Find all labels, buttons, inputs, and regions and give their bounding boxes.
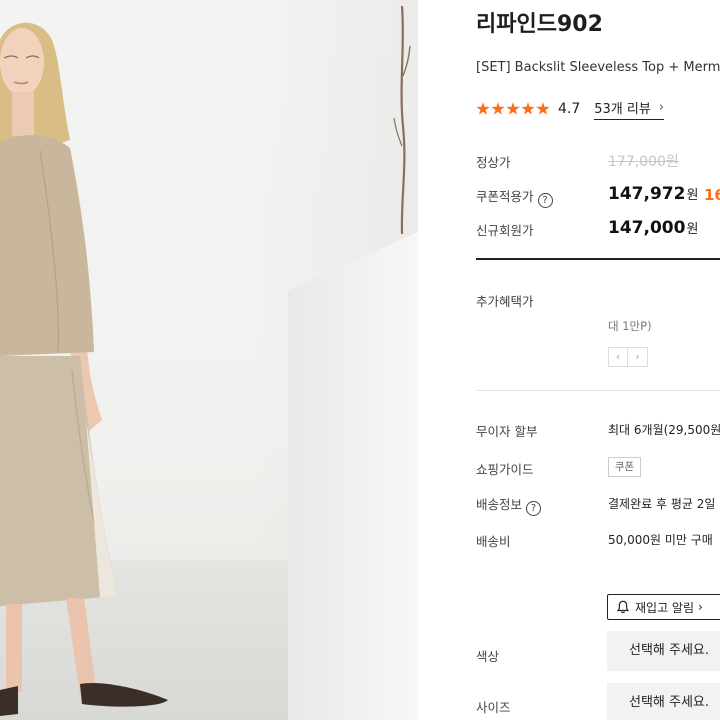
coupon-price-value: 147,972: [608, 184, 686, 204]
rating-row: 4.7 53개 리뷰 ›: [476, 98, 665, 120]
coupon-chip[interactable]: 쿠폰: [608, 457, 641, 477]
shipping-fee-value: 50,000원 미만 구매: [608, 533, 713, 547]
star-icon: [536, 102, 550, 115]
question-circle-icon[interactable]: ?: [526, 501, 542, 516]
shipping-fee-label: 배송비: [476, 534, 511, 549]
price-divider: [476, 258, 720, 260]
coupon-price: 147,972원: [608, 184, 699, 204]
restock-alert-button[interactable]: 재입고 알림 ›: [607, 594, 720, 620]
coupon-price-label: 쿠폰적용가?: [476, 186, 553, 208]
benefit-pager: ‹ ›: [608, 347, 648, 367]
star-icon: [506, 102, 520, 115]
regular-price: 177,000원: [608, 151, 679, 171]
review-count: 53개 리뷰: [594, 102, 651, 117]
chevron-right-icon: ›: [658, 100, 665, 115]
star-icon: [491, 102, 505, 115]
discount-rate: 16: [704, 186, 720, 204]
new-member-price-label: 신규회원가: [476, 223, 534, 238]
product-image[interactable]: [0, 0, 418, 720]
benefit-note: 대 1만P): [608, 319, 652, 333]
chevron-right-icon: ›: [698, 600, 703, 614]
color-select[interactable]: 선택해 주세요.: [607, 631, 720, 671]
new-member-price: 147,000원: [608, 218, 699, 238]
prev-button[interactable]: ‹: [608, 347, 628, 367]
installment-label: 무이자 할부: [476, 424, 538, 439]
installment-value: 최대 6개월(29,500원: [608, 423, 720, 437]
new-member-price-value: 147,000: [608, 218, 686, 238]
dry-branch: [393, 6, 411, 234]
shipping-info-label: 배송정보?: [476, 494, 542, 516]
regular-price-value: 177,000원: [608, 154, 679, 170]
next-button[interactable]: ›: [628, 347, 648, 367]
extra-benefit-label: 추가혜택가: [476, 294, 534, 309]
size-select[interactable]: 선택해 주세요.: [607, 683, 720, 720]
star-icon: [476, 102, 490, 115]
regular-price-label: 정상가: [476, 155, 511, 170]
question-circle-icon[interactable]: ?: [537, 193, 553, 208]
white-pedestal: [288, 232, 418, 720]
star-icon: [521, 102, 535, 115]
model-figure: [0, 22, 168, 716]
color-label: 색상: [476, 649, 500, 664]
rating-stars: [476, 102, 550, 116]
rating-value: 4.7: [558, 101, 581, 117]
shipping-info-value: 결제완료 후 평균 2일: [608, 497, 716, 511]
product-title: [SET] Backslit Sleeveless Top + Mermai: [476, 60, 720, 75]
review-link[interactable]: 53개 리뷰 ›: [594, 98, 665, 120]
benefit-divider: [476, 390, 720, 391]
restock-alert-label: 재입고 알림: [635, 600, 695, 615]
brand-name[interactable]: 리파인드902: [476, 6, 603, 38]
shopping-guide-label: 쇼핑가이드: [476, 462, 534, 477]
bell-icon: [616, 600, 630, 614]
product-info-panel: 리파인드902 [SET] Backslit Sleeveless Top + …: [418, 0, 720, 720]
size-label: 사이즈: [476, 700, 511, 715]
